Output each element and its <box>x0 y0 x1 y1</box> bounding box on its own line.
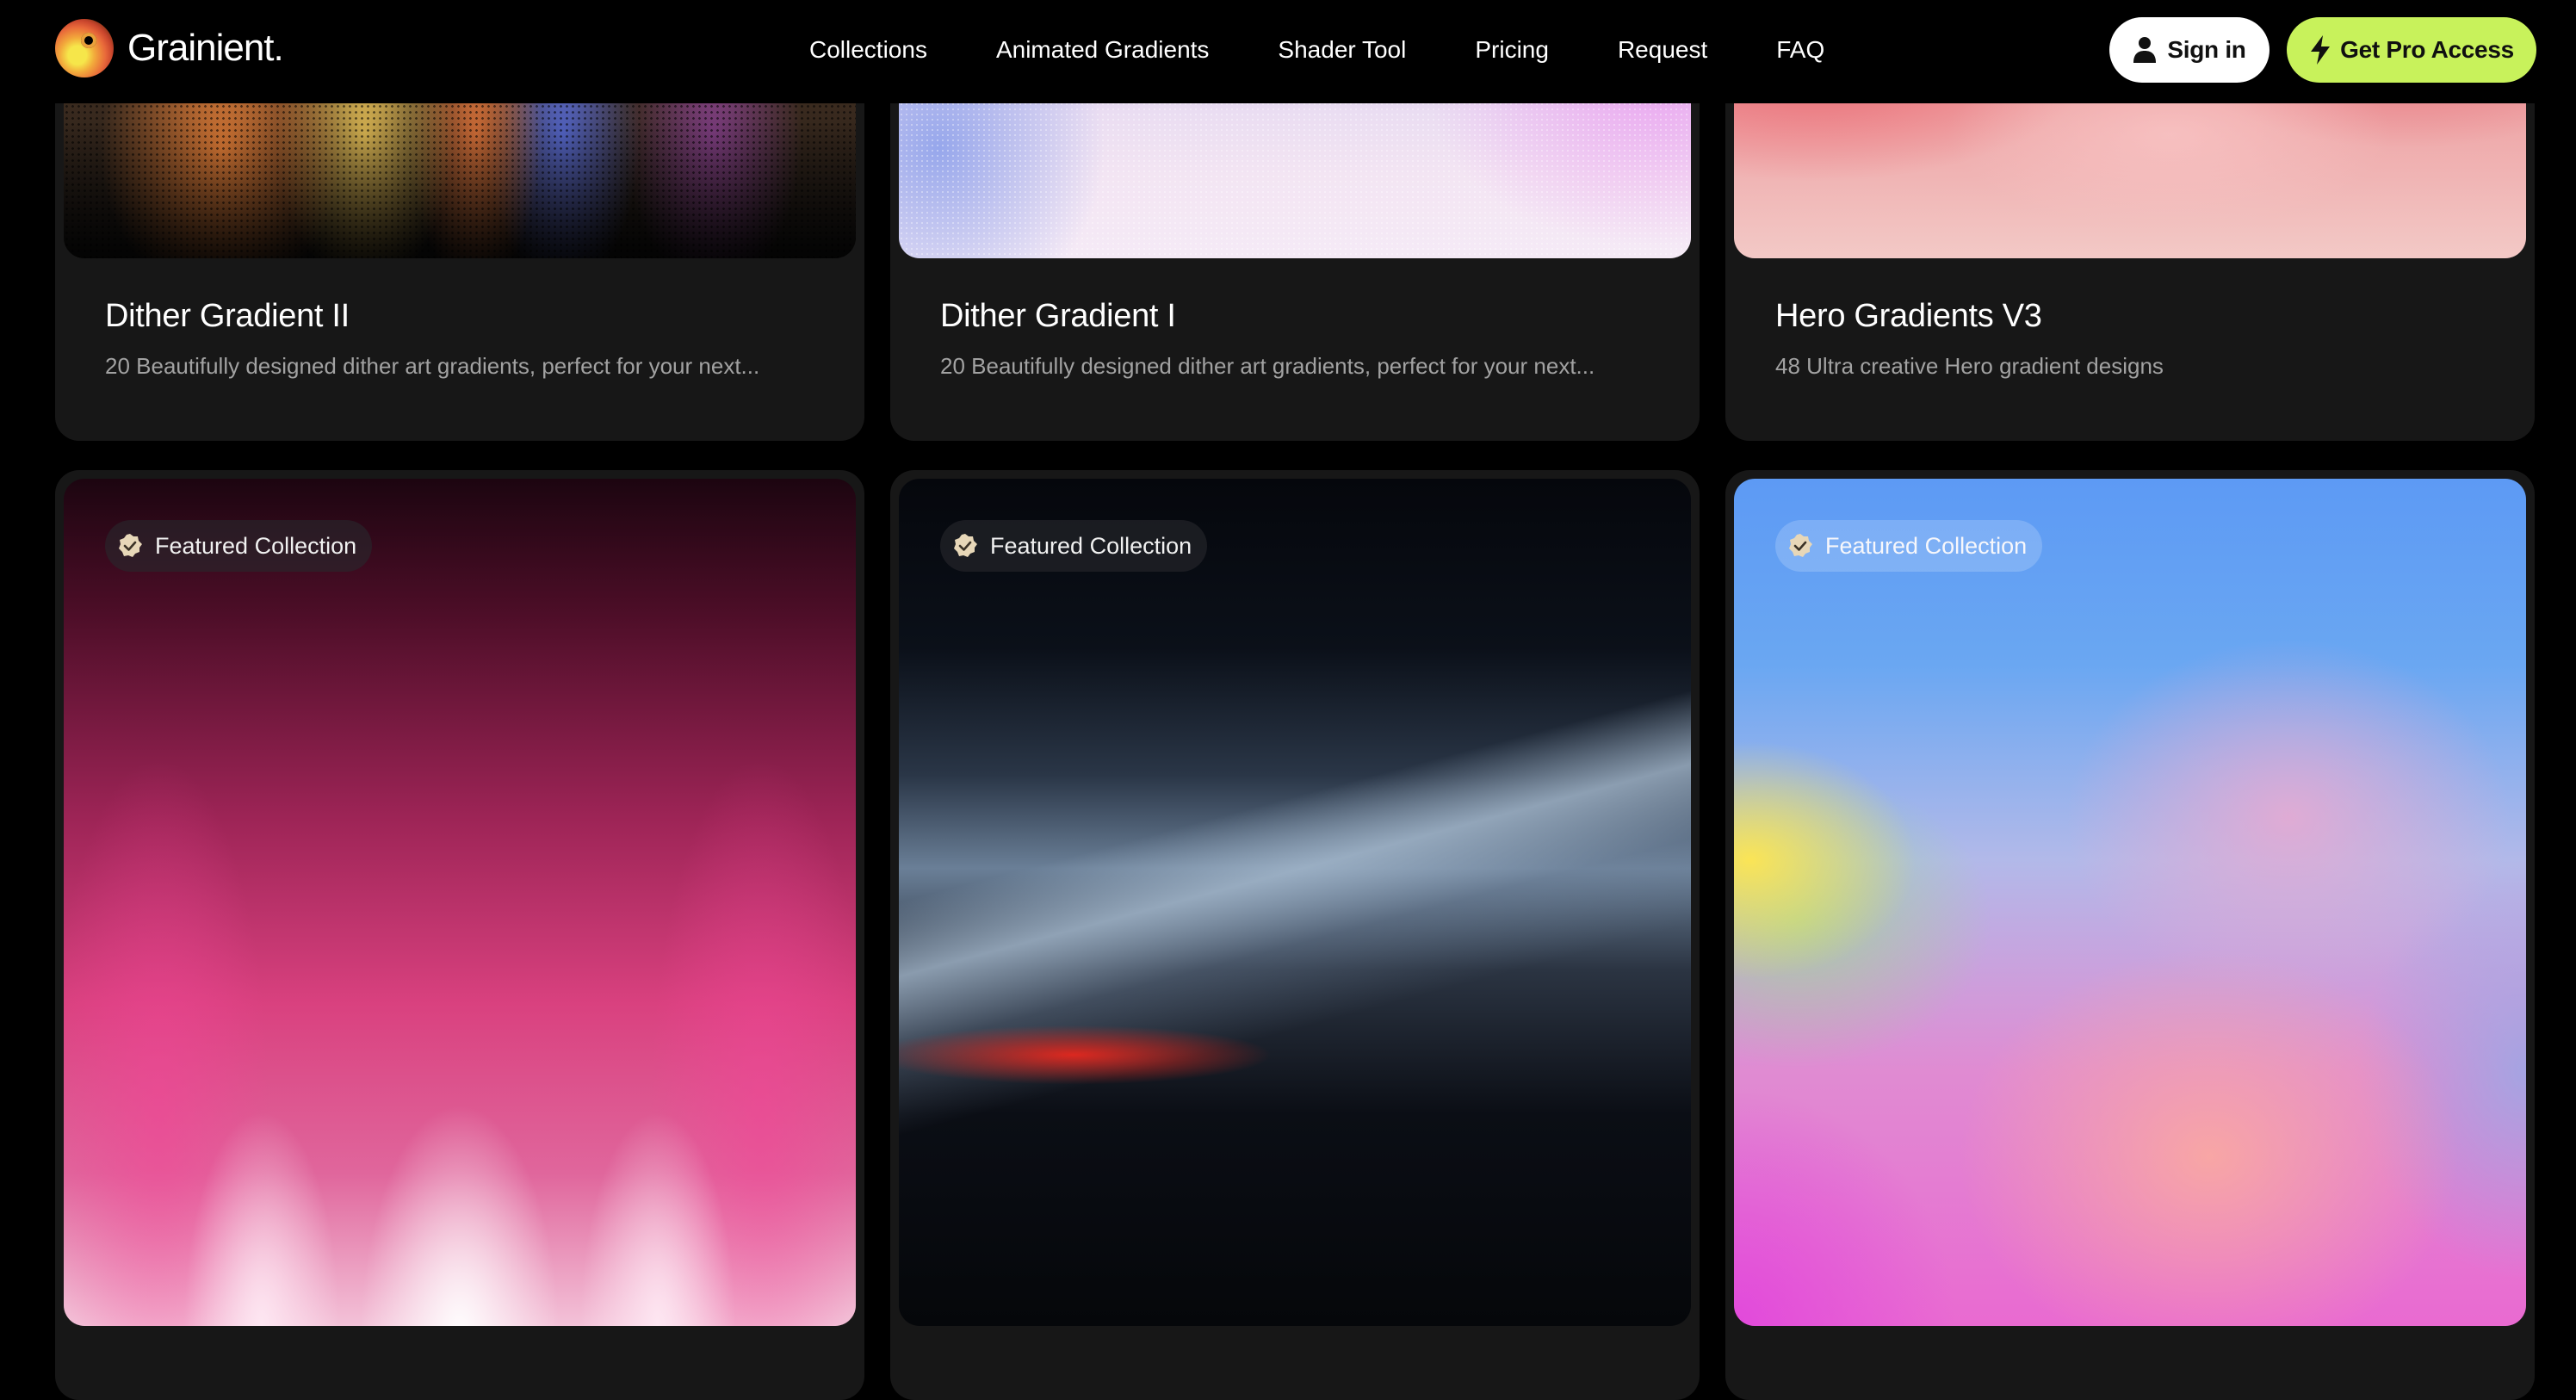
featured-collection-badge: Featured Collection <box>1775 520 2043 572</box>
verified-badge-icon <box>119 534 142 557</box>
nav-item-request[interactable]: Request <box>1618 31 1707 69</box>
verified-badge-icon <box>954 534 977 557</box>
main-nav: Collections Animated Gradients Shader To… <box>809 31 1824 69</box>
collection-title: Dither Gradient I <box>940 298 1176 334</box>
collection-thumbnail[interactable]: Featured Collection <box>64 479 856 1326</box>
featured-collection-badge: Featured Collection <box>940 520 1208 572</box>
nav-item-pricing[interactable]: Pricing <box>1475 31 1549 69</box>
collection-description: 20 Beautifully designed dither art gradi… <box>105 353 760 379</box>
featured-collection-badge: Featured Collection <box>105 520 373 572</box>
sign-in-button[interactable]: Sign in <box>2109 17 2269 83</box>
featured-collection-card[interactable]: Featured Collection <box>890 470 1700 1400</box>
nav-item-collections[interactable]: Collections <box>809 31 927 69</box>
featured-collection-card[interactable]: Featured Collection <box>1725 470 2535 1400</box>
user-icon <box>2133 37 2157 63</box>
collection-description: 20 Beautifully designed dither art gradi… <box>940 353 1595 379</box>
nav-item-animated-gradients[interactable]: Animated Gradients <box>996 31 1209 69</box>
verified-badge-icon <box>1789 534 1812 557</box>
collection-title: Hero Gradients V3 <box>1775 298 2042 334</box>
collection-thumbnail[interactable]: Featured Collection <box>899 479 1691 1326</box>
brand-name: Grainient. <box>127 27 284 69</box>
get-pro-access-button[interactable]: Get Pro Access <box>2287 17 2536 83</box>
collection-title: Dither Gradient II <box>105 298 350 334</box>
featured-collection-card[interactable]: Featured Collection <box>55 470 864 1400</box>
collection-description: 48 Ultra creative Hero gradient designs <box>1775 353 2164 379</box>
lightning-bolt-icon <box>2311 35 2331 65</box>
collection-thumbnail[interactable]: Featured Collection <box>1734 479 2526 1326</box>
nav-item-shader-tool[interactable]: Shader Tool <box>1278 31 1406 69</box>
featured-collection-label: Featured Collection <box>1825 532 2028 559</box>
featured-collection-label: Featured Collection <box>155 532 357 559</box>
featured-collection-label: Featured Collection <box>990 532 1192 559</box>
brand-logo[interactable]: Grainient. <box>55 19 284 77</box>
grainient-logo-icon <box>55 19 114 77</box>
sign-in-label: Sign in <box>2167 36 2246 63</box>
top-navbar: Grainient. Collections Animated Gradient… <box>0 0 2576 103</box>
nav-item-faq[interactable]: FAQ <box>1776 31 1824 69</box>
get-pro-access-label: Get Pro Access <box>2340 36 2514 63</box>
